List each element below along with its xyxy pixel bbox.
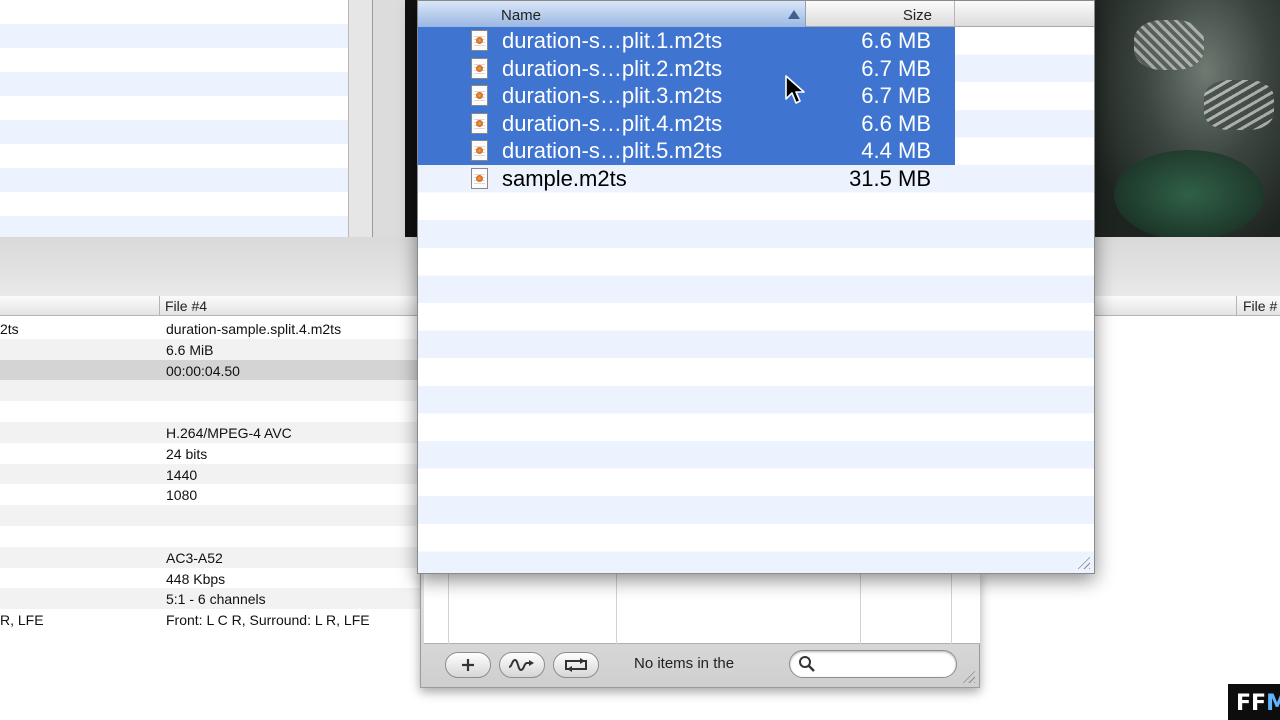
info-row-value: 6.6 MiB — [166, 341, 214, 358]
column-header-name[interactable]: Name — [418, 1, 806, 27]
file-row[interactable]: duration-s…plit.5.m2ts 4.4 MB — [418, 137, 955, 165]
sort-ascending-icon — [788, 10, 800, 19]
info-row-value: 1080 — [166, 487, 198, 504]
column-header-size[interactable]: Size — [807, 1, 955, 27]
file-size: 4.4 MB — [861, 138, 931, 164]
batch-panel: No items in the — [420, 570, 980, 688]
file-name: sample.m2ts — [502, 166, 627, 191]
column-header-file-4[interactable]: File #4 — [165, 298, 207, 314]
search-field[interactable] — [789, 650, 957, 678]
file-name: duration-s…plit.5.m2ts — [502, 138, 723, 164]
info-row[interactable] — [0, 525, 420, 547]
info-table-rows: 2ts duration-sample.split.4.m2ts 6.6 MiB 00… — [0, 318, 420, 630]
file-row[interactable]: duration-s…plit.3.m2ts 6.7 MB — [418, 82, 955, 110]
file-size: 31.5 MB — [849, 166, 931, 191]
video-file-icon — [471, 168, 488, 189]
info-row[interactable]: 1440 — [0, 463, 420, 485]
column-header-file-next[interactable]: File # — [1243, 298, 1277, 314]
info-row[interactable]: 448 Kbps — [0, 567, 420, 589]
video-file-icon — [471, 112, 488, 134]
search-input[interactable] — [820, 655, 945, 673]
file-list-header: Name Size — [418, 1, 1094, 27]
info-row[interactable]: 6.6 MiB — [0, 338, 420, 360]
info-row-value: AC3-A52 — [166, 549, 223, 566]
video-file-icon — [471, 30, 488, 51]
background-list-scroll-area — [348, 0, 372, 237]
file-browser-window: Name Size duration-s…plit.1.m2ts 6.6 MB du… — [417, 0, 1095, 574]
video-preview — [1094, 0, 1280, 237]
resize-grip[interactable] — [961, 669, 975, 683]
plus-icon — [462, 659, 474, 671]
video-file-icon — [471, 57, 488, 79]
batch-status-text: No items in the — [634, 655, 735, 672]
info-row-value: H.264/MPEG-4 AVC — [166, 424, 292, 441]
file-size: 6.6 MB — [861, 28, 931, 53]
info-row[interactable]: R, LFE Front: L C R, Surround: L R, LFE — [0, 609, 420, 630]
info-row-value: 24 bits — [166, 445, 208, 462]
info-row-value: duration-sample.split.4.m2ts — [166, 321, 342, 337]
info-row[interactable]: AC3-A52 — [0, 546, 420, 568]
info-row-value: 448 Kbps — [166, 570, 226, 587]
repeat-button[interactable] — [553, 652, 599, 678]
file-row[interactable]: duration-s…plit.2.m2ts 6.7 MB — [418, 54, 955, 83]
file-size: 6.7 MB — [861, 55, 931, 81]
info-row-value: 1440 — [166, 466, 198, 483]
info-row[interactable]: 5:1 - 6 channels — [0, 588, 420, 610]
video-file-icon — [471, 85, 488, 107]
info-row[interactable] — [0, 380, 420, 402]
info-row-label: 2ts — [0, 321, 19, 337]
info-row[interactable]: 24 bits — [0, 442, 420, 464]
info-row-value: Front: L C R, Surround: L R, LFE — [166, 612, 370, 629]
info-row-value: 00:00:04.50 — [166, 362, 240, 379]
info-row[interactable] — [0, 401, 420, 422]
file-name: duration-s…plit.4.m2ts — [502, 110, 723, 136]
info-row[interactable]: H.264/MPEG-4 AVC — [0, 421, 420, 443]
background-list-stripes — [0, 0, 348, 237]
search-icon — [799, 656, 815, 672]
add-button[interactable] — [445, 652, 491, 678]
info-row[interactable] — [0, 505, 420, 526]
repeat-icon — [565, 658, 587, 672]
file-name: duration-s…plit.1.m2ts — [502, 28, 723, 53]
info-row[interactable]: 1080 — [0, 484, 420, 506]
file-row[interactable]: duration-s…plit.1.m2ts 6.6 MB — [418, 27, 955, 55]
file-size: 6.7 MB — [861, 83, 931, 109]
mouse-cursor-icon — [785, 75, 805, 104]
batch-list[interactable] — [424, 570, 980, 644]
file-size: 6.6 MB — [861, 110, 931, 136]
ffm-watermark-logo: FFM — [1228, 684, 1280, 720]
info-row-value: 5:1 - 6 channels — [166, 591, 266, 608]
waveform-arrow-icon — [508, 658, 534, 672]
process-button[interactable] — [499, 652, 545, 678]
background-list-pane — [0, 0, 372, 237]
info-row[interactable]: 2ts duration-sample.split.4.m2ts — [0, 318, 420, 339]
file-list[interactable]: duration-s…plit.1.m2ts 6.6 MB duration-s…p… — [418, 27, 1094, 573]
file-name: duration-s…plit.2.m2ts — [502, 55, 723, 81]
file-name: duration-s…plit.3.m2ts — [502, 83, 723, 109]
info-row-label: R, LFE — [0, 612, 44, 629]
info-row[interactable]: 00:00:04.50 — [0, 359, 420, 381]
file-row[interactable]: sample.m2ts 31.5 MB — [418, 165, 955, 193]
file-row[interactable]: duration-s…plit.4.m2ts 6.6 MB — [418, 109, 955, 138]
video-file-icon — [471, 140, 488, 162]
